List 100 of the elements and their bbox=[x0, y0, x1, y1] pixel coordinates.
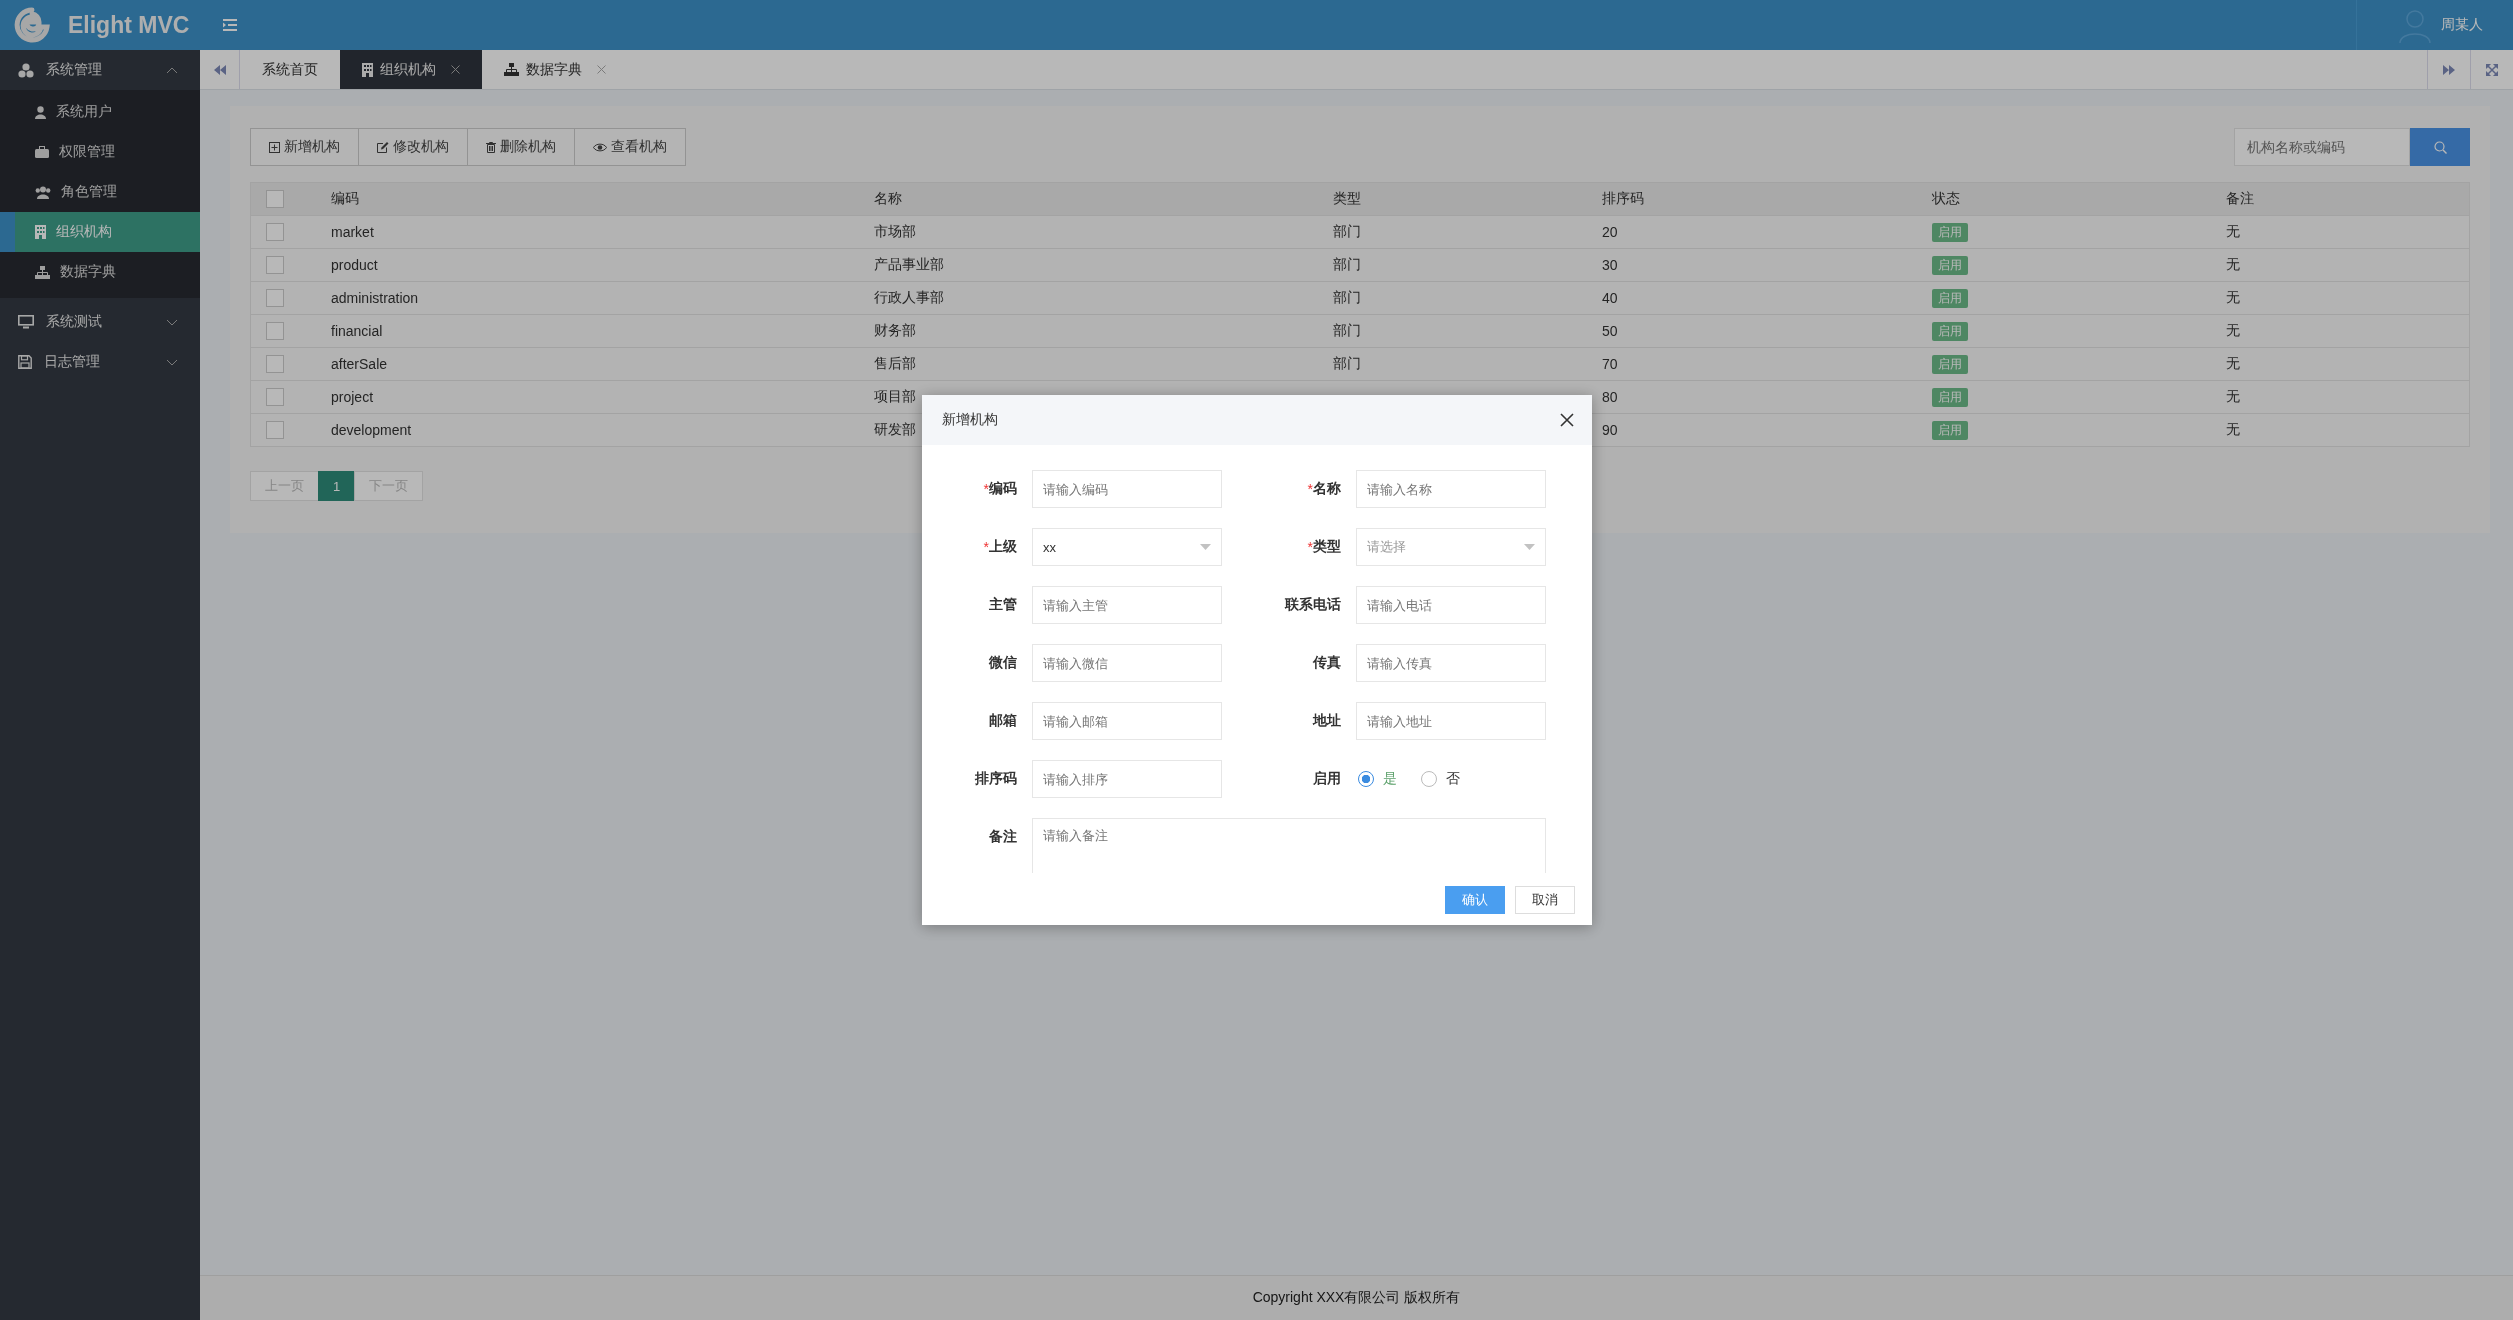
building-icon bbox=[362, 62, 373, 77]
table-cell: 80 bbox=[1592, 380, 1922, 414]
search-field[interactable]: 机构名称或编码 bbox=[2234, 128, 2410, 166]
input-field[interactable]: 请输入主管 bbox=[1032, 586, 1222, 624]
checkbox[interactable] bbox=[266, 289, 284, 307]
table-cell: 部门 bbox=[1323, 248, 1592, 282]
dropdown-caret-icon bbox=[1200, 544, 1211, 550]
toolbar-button[interactable]: 删除机构 bbox=[467, 128, 575, 166]
input-field[interactable]: 请输入排序 bbox=[1032, 760, 1222, 798]
chevron-up-icon bbox=[166, 66, 178, 74]
field-label: 主管 bbox=[988, 595, 1017, 614]
table-cell: product bbox=[321, 248, 864, 282]
dropdown-caret-icon bbox=[1524, 544, 1535, 550]
status-badge: 启用 bbox=[1932, 354, 1968, 374]
column-header: 备注 bbox=[2216, 182, 2470, 216]
column-header: 名称 bbox=[864, 182, 1323, 216]
table-cell: 部门 bbox=[1323, 347, 1592, 381]
table-cell: 部门 bbox=[1323, 215, 1592, 249]
sidebar-subitem[interactable]: 系统用户 bbox=[0, 92, 200, 132]
column-header: 编码 bbox=[321, 182, 864, 216]
page-button[interactable]: 1 bbox=[318, 471, 356, 501]
table-cell: 部门 bbox=[1323, 314, 1592, 348]
close-icon bbox=[597, 65, 606, 74]
eye-icon bbox=[593, 142, 607, 152]
user-icon bbox=[35, 105, 46, 119]
table-cell: 财务部 bbox=[864, 314, 1323, 348]
text-area[interactable]: 请输入备注 bbox=[1032, 818, 1546, 873]
table-cell: project bbox=[321, 380, 864, 414]
cubes-icon bbox=[18, 62, 34, 78]
briefcase-icon bbox=[35, 146, 49, 158]
table-cell: 行政人事部 bbox=[864, 281, 1323, 315]
status-badge: 启用 bbox=[1932, 387, 1968, 407]
field-label: *类型 bbox=[1306, 537, 1341, 557]
close-icon bbox=[1560, 413, 1574, 427]
input-field[interactable]: 请输入微信 bbox=[1032, 644, 1222, 682]
chevron-down-icon bbox=[166, 358, 178, 366]
column-header: 状态 bbox=[1922, 182, 2216, 216]
sitemap-icon bbox=[35, 265, 50, 279]
sitemap-icon bbox=[504, 63, 519, 76]
table-cell: administration bbox=[321, 281, 864, 315]
cancel-button[interactable]: 取消 bbox=[1515, 886, 1575, 914]
table-cell: 市场部 bbox=[864, 215, 1323, 249]
toolbar-button[interactable]: 修改机构 bbox=[358, 128, 468, 166]
input-field[interactable]: 请输入地址 bbox=[1356, 702, 1546, 740]
table-cell: afterSale bbox=[321, 347, 864, 381]
sidebar-subitem[interactable]: 数据字典 bbox=[0, 252, 200, 292]
field-label: *上级 bbox=[982, 537, 1017, 557]
search-button[interactable] bbox=[2410, 128, 2470, 166]
table-cell: 售后部 bbox=[864, 347, 1323, 381]
status-badge: 启用 bbox=[1932, 288, 1968, 308]
user-name: 周某人 bbox=[2441, 16, 2483, 34]
input-field[interactable]: 请输入名称 bbox=[1356, 470, 1546, 508]
toolbar-button[interactable]: 新增机构 bbox=[250, 128, 359, 166]
field-label: 地址 bbox=[1311, 711, 1341, 730]
table-cell: 90 bbox=[1592, 413, 1922, 447]
footer-text: Copyright XXX有限公司 版权所有 bbox=[200, 1275, 2513, 1320]
checkbox[interactable] bbox=[266, 190, 284, 208]
field-label: *名称 bbox=[1306, 479, 1341, 499]
status-badge: 启用 bbox=[1932, 255, 1968, 275]
table-cell: 40 bbox=[1592, 281, 1922, 315]
table-cell: market bbox=[321, 215, 864, 249]
tab[interactable]: 组织机构 bbox=[340, 50, 482, 89]
input-field[interactable]: 请输入传真 bbox=[1356, 644, 1546, 682]
checkbox[interactable] bbox=[266, 388, 284, 406]
double-right-icon bbox=[2443, 64, 2455, 75]
menu-icon bbox=[223, 19, 238, 31]
toolbar-button[interactable]: 查看机构 bbox=[574, 128, 686, 166]
input-field[interactable]: 请输入编码 bbox=[1032, 470, 1222, 508]
double-left-icon bbox=[213, 64, 226, 75]
table-cell: 部门 bbox=[1323, 281, 1592, 315]
select-field[interactable]: xx bbox=[1032, 528, 1222, 566]
checkbox[interactable] bbox=[266, 421, 284, 439]
sidebar-item[interactable]: 系统测试 bbox=[0, 302, 200, 342]
checkbox[interactable] bbox=[266, 256, 284, 274]
table-cell: 无 bbox=[2216, 215, 2470, 249]
sidebar-item[interactable]: 日志管理 bbox=[0, 342, 200, 382]
checkbox[interactable] bbox=[266, 223, 284, 241]
table-cell: 70 bbox=[1592, 347, 1922, 381]
logo-icon bbox=[14, 7, 50, 43]
sidebar-item[interactable]: 系统管理 bbox=[0, 50, 200, 90]
expand-icon bbox=[2486, 63, 2498, 76]
checkbox[interactable] bbox=[266, 355, 284, 373]
users-icon bbox=[35, 185, 51, 199]
input-field[interactable]: 请输入邮箱 bbox=[1032, 702, 1222, 740]
field-label: 邮箱 bbox=[988, 711, 1017, 730]
field-label: 微信 bbox=[988, 653, 1017, 672]
status-badge: 启用 bbox=[1932, 420, 1968, 440]
table-cell: development bbox=[321, 413, 864, 447]
checkbox[interactable] bbox=[266, 322, 284, 340]
sidebar-subitem[interactable]: 角色管理 bbox=[0, 172, 200, 212]
input-field[interactable]: 请输入电话 bbox=[1356, 586, 1546, 624]
radio-button[interactable]: 否 bbox=[1421, 770, 1460, 788]
table-cell: 50 bbox=[1592, 314, 1922, 348]
table-cell: 无 bbox=[2216, 347, 2470, 381]
table-cell: 无 bbox=[2216, 413, 2470, 447]
column-header: 类型 bbox=[1323, 182, 1592, 216]
table-cell: 无 bbox=[2216, 380, 2470, 414]
sidebar-subitem[interactable]: 权限管理 bbox=[0, 132, 200, 172]
table-cell: 无 bbox=[2216, 314, 2470, 348]
edit-icon bbox=[377, 141, 389, 153]
